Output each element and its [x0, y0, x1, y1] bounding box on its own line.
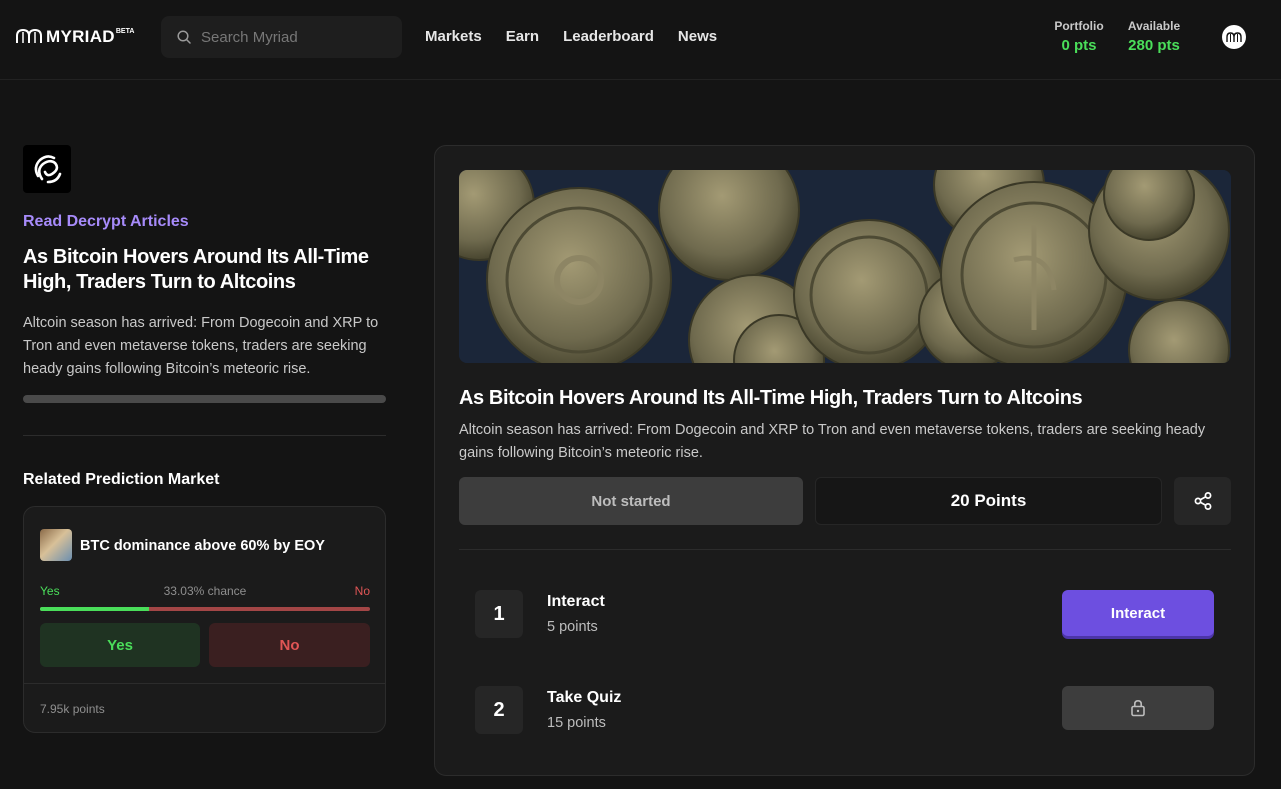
card-divider	[459, 549, 1231, 550]
available-label: Available	[1127, 19, 1181, 33]
avatar-icon	[1226, 32, 1242, 42]
sidebar-article-description: Altcoin season has arrived: From Dogecoi…	[23, 315, 379, 377]
coins-illustration	[459, 170, 1231, 363]
market-odds-fill	[40, 607, 149, 611]
market-title[interactable]: BTC dominance above 60% by EOY	[80, 537, 325, 555]
take-quiz-locked-button[interactable]	[1062, 686, 1214, 730]
portfolio-label: Portfolio	[1054, 19, 1104, 33]
reading-progress-bar	[23, 395, 386, 403]
task-points: 15 points	[547, 715, 606, 731]
odds-no-label: No	[354, 584, 370, 598]
myriad-logo-icon	[16, 28, 42, 43]
portfolio-stat: Portfolio 0 pts	[1053, 19, 1105, 55]
sidebar-article-title: As Bitcoin Hovers Around Its All-Time Hi…	[23, 246, 369, 293]
article-title: As Bitcoin Hovers Around Its All-Time Hi…	[459, 387, 1083, 409]
share-button[interactable]	[1174, 477, 1231, 525]
odds-yes-label: Yes	[40, 584, 60, 598]
article-points: 20 Points	[815, 477, 1162, 525]
avatar[interactable]	[1222, 25, 1246, 49]
article-description: Altcoin season has arrived: From Dogecoi…	[459, 422, 1206, 461]
available-stat: Available 280 pts	[1126, 19, 1182, 55]
prediction-market-card[interactable]: BTC dominance above 60% by EOY 33.03% ch…	[23, 506, 386, 733]
nav-earn[interactable]: Earn	[506, 28, 539, 46]
myriad-logo[interactable]: MYRIAD BETA	[16, 27, 134, 47]
read-decrypt-articles-link[interactable]: Read Decrypt Articles	[23, 212, 189, 232]
logo-text: MYRIAD	[46, 27, 115, 46]
beta-badge: BETA	[115, 28, 135, 35]
task-row-quiz: 2 Take Quiz 15 points	[475, 686, 1215, 734]
top-nav-bar: MYRIAD BETA Markets Earn Leaderboard New…	[0, 0, 1281, 80]
search-box[interactable]	[161, 16, 402, 58]
task-number: 1	[475, 590, 523, 638]
lock-icon	[1131, 699, 1145, 717]
task-row-interact: 1 Interact 5 points Interact	[475, 590, 1215, 638]
buy-no-button[interactable]: No	[209, 623, 370, 667]
task-title: Take Quiz	[547, 689, 622, 706]
sidebar-divider	[23, 435, 386, 436]
decrypt-logo-icon	[34, 155, 62, 184]
article-status: Not started	[459, 477, 803, 525]
search-input[interactable]	[201, 28, 391, 46]
interact-button[interactable]: Interact	[1062, 590, 1214, 636]
nav-leaderboard[interactable]: Leaderboard	[563, 28, 654, 46]
buy-yes-button[interactable]: Yes	[40, 623, 200, 667]
task-number: 2	[475, 686, 523, 734]
market-divider	[24, 683, 385, 684]
main-nav: Markets Earn Leaderboard News	[425, 28, 717, 46]
article-hero-image	[459, 170, 1231, 363]
related-market-heading: Related Prediction Market	[23, 471, 220, 488]
task-title: Interact	[547, 593, 605, 610]
search-icon	[177, 30, 191, 44]
market-chance: 33.03% chance	[163, 584, 247, 598]
share-icon	[1194, 492, 1211, 510]
decrypt-logo	[23, 145, 71, 193]
market-points: 7.95k points	[40, 702, 105, 716]
nav-markets[interactable]: Markets	[425, 28, 482, 46]
portfolio-value: 0 pts	[1061, 37, 1097, 54]
market-odds-bar	[40, 607, 370, 611]
available-value: 280 pts	[1128, 37, 1180, 54]
task-points: 5 points	[547, 619, 598, 635]
market-thumbnail	[40, 529, 72, 561]
nav-news[interactable]: News	[678, 28, 717, 46]
article-card: As Bitcoin Hovers Around Its All-Time Hi…	[434, 145, 1255, 776]
market-odds: 33.03% chance Yes No	[40, 584, 370, 598]
